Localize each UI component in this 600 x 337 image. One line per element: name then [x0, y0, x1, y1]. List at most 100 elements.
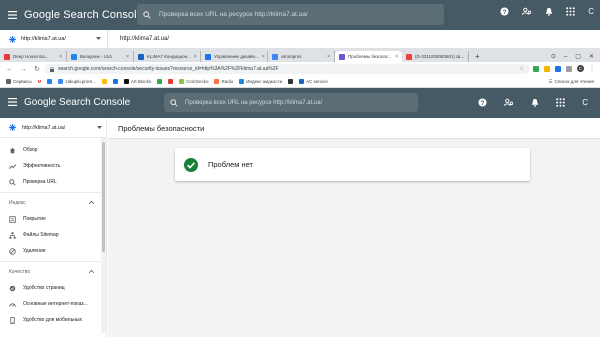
sidebar-divider: [0, 261, 106, 262]
sidebar-item-removals[interactable]: Удаления: [0, 243, 106, 259]
outer-menu-icon[interactable]: [0, 11, 24, 19]
outer-caret-down-icon: [96, 37, 101, 40]
bookmark-favicon-icon: [288, 79, 294, 84]
tab-close-icon[interactable]: ×: [327, 54, 330, 60]
tab-favicon-icon: [4, 53, 10, 60]
maximize-icon[interactable]: ▢: [575, 53, 581, 60]
window-close-icon[interactable]: ✕: [589, 53, 594, 60]
sidebar-item-mobile-usability[interactable]: Удобство для мобильных: [0, 312, 106, 328]
outer-bell-icon[interactable]: [545, 7, 553, 16]
status-message: Проблем нет: [208, 160, 253, 169]
tab-favicon-icon: [138, 53, 144, 60]
bookmark-item[interactable]: [47, 79, 53, 84]
sidebar-section-quality[interactable]: Качество: [0, 264, 106, 280]
bookmark-favicon-icon: [299, 79, 305, 84]
property-selector[interactable]: http://klima7.at.ua/: [0, 118, 106, 138]
profile-avatar[interactable]: C: [577, 65, 584, 72]
forward-icon[interactable]: →: [20, 66, 27, 73]
bookmark-item[interactable]: [112, 79, 118, 84]
browser-tab-active[interactable]: Проблемы безопас... ×: [335, 51, 402, 62]
tab-label: uKompros: [281, 54, 302, 59]
new-tab-button[interactable]: +: [469, 51, 486, 62]
browser-tab-3[interactable]: KLIMA7 Кондицион... ×: [134, 51, 201, 62]
scrollbar-thumb[interactable]: [102, 142, 105, 252]
sidebar-item-overview[interactable]: Обзор: [0, 142, 106, 158]
account-avatar[interactable]: C: [582, 98, 588, 107]
browser-tab-4[interactable]: Управление дизайн... ×: [201, 51, 268, 62]
sitemap-icon: [9, 231, 16, 239]
apps-icon[interactable]: [556, 98, 566, 107]
sidebar-item-coverage[interactable]: Покрытие: [0, 211, 106, 227]
browser-tab-1[interactable]: Deep House Ба... ×: [0, 51, 67, 62]
extension-icon-1[interactable]: [533, 65, 539, 72]
outer-search-icon: [143, 10, 151, 19]
search-input[interactable]: Проверка всех URL на ресурсе http://klim…: [164, 93, 418, 112]
outer-property-icon: [9, 35, 16, 43]
chevron-up-icon: [89, 201, 94, 204]
sidebar-item-sitemaps[interactable]: Файлы Sitemap: [0, 227, 106, 243]
outer-help-icon[interactable]: ?: [500, 7, 509, 16]
browser-tab-5[interactable]: uKompros ×: [268, 51, 335, 62]
tab-label: Проблемы безопас...: [348, 54, 392, 59]
sidebar-item-label: Удобство страниц: [23, 285, 65, 291]
bookmark-item[interactable]: Индекс жидкости: [239, 79, 282, 84]
browser-tab-7[interactable]: (D-3311000083801) Ш...×: [402, 51, 469, 62]
bookmark-favicon-icon: [168, 79, 174, 84]
bookmark-item[interactable]: Radio: [214, 79, 233, 84]
extension-icon-4[interactable]: [566, 65, 572, 72]
sidebar-item-url-inspection[interactable]: Проверка URL: [0, 174, 106, 190]
bookmark-item[interactable]: zakupki.prom...: [58, 79, 96, 84]
outer-property-label: http://klima7.at.ua/: [21, 36, 66, 42]
bookmark-item[interactable]: [157, 79, 163, 84]
sidebar-item-performance[interactable]: Эффективность: [0, 158, 106, 174]
bookmark-favicon-icon: [123, 79, 129, 84]
bookmark-item[interactable]: M: [38, 79, 42, 84]
bookmark-item[interactable]: CoinGecko: [179, 79, 208, 84]
bookmark-star-icon[interactable]: ☆: [520, 66, 524, 72]
outer-property-selector[interactable]: http://klima7.at.ua/: [0, 30, 108, 48]
tab-close-icon[interactable]: ×: [126, 54, 129, 60]
outer-inspect-url[interactable]: http://klima7.at.ua/: [108, 36, 169, 42]
tab-close-icon[interactable]: ×: [262, 54, 265, 60]
bookmark-item[interactable]: [168, 79, 174, 84]
tab-close-icon[interactable]: ×: [395, 54, 398, 60]
brand-title: Google Search Console: [24, 97, 131, 108]
outer-users-icon[interactable]: [522, 7, 532, 16]
help-icon[interactable]: ?: [478, 98, 487, 107]
reload-icon[interactable]: ↻: [34, 65, 40, 73]
page-experience-icon: [9, 285, 16, 292]
property-icon: [9, 124, 16, 131]
sidebar-item-label: Покрытие: [23, 216, 46, 222]
main-content: Проблемы безопасности Проблем нет: [108, 118, 600, 337]
back-icon[interactable]: ←: [6, 66, 13, 73]
browser-menu-icon[interactable]: ⋮: [589, 65, 595, 72]
omnibox-input[interactable]: search.google.com/search-console/securit…: [44, 64, 530, 74]
tab-close-icon[interactable]: ×: [59, 54, 62, 60]
sidebar-item-page-experience[interactable]: Удобство страниц: [0, 280, 106, 296]
bookmark-item[interactable]: AC service: [299, 79, 328, 84]
sidebar-section-index[interactable]: Индекс: [0, 195, 106, 211]
tab-search-icon[interactable]: ⊙: [551, 53, 556, 60]
outer-account-avatar[interactable]: C: [588, 7, 594, 16]
bell-icon[interactable]: [531, 98, 539, 107]
sidebar-scrollbar[interactable]: [101, 138, 106, 333]
bookmark-item[interactable]: Сервисы: [6, 79, 32, 84]
extension-icon-3[interactable]: [555, 65, 561, 72]
reading-list-button[interactable]: ☰ Список для чтения: [548, 79, 594, 85]
sidebar-item-web-vitals[interactable]: Основные интернет-показ...: [0, 296, 106, 312]
tab-label: Вкладчик - ULb: [80, 54, 112, 59]
extension-icon-2[interactable]: [544, 65, 550, 72]
menu-icon[interactable]: [8, 98, 17, 106]
browser-tab-2[interactable]: Вкладчик - ULb ×: [67, 51, 134, 62]
check-circle-icon: [184, 157, 198, 172]
outer-apps-icon[interactable]: [566, 7, 576, 16]
users-icon[interactable]: [504, 98, 514, 107]
bookmark-item[interactable]: [101, 79, 107, 84]
bookmark-item[interactable]: [288, 79, 294, 84]
sidebar-item-label: Удобство для мобильных: [23, 317, 83, 323]
outer-search-input[interactable]: Проверка всех URL на ресурсе http://klim…: [137, 4, 444, 25]
minimize-icon[interactable]: –: [564, 54, 567, 60]
bookmark-item[interactable]: Art Blocks: [123, 79, 151, 84]
gmail-icon: M: [37, 79, 42, 84]
tab-close-icon[interactable]: ×: [194, 54, 197, 60]
